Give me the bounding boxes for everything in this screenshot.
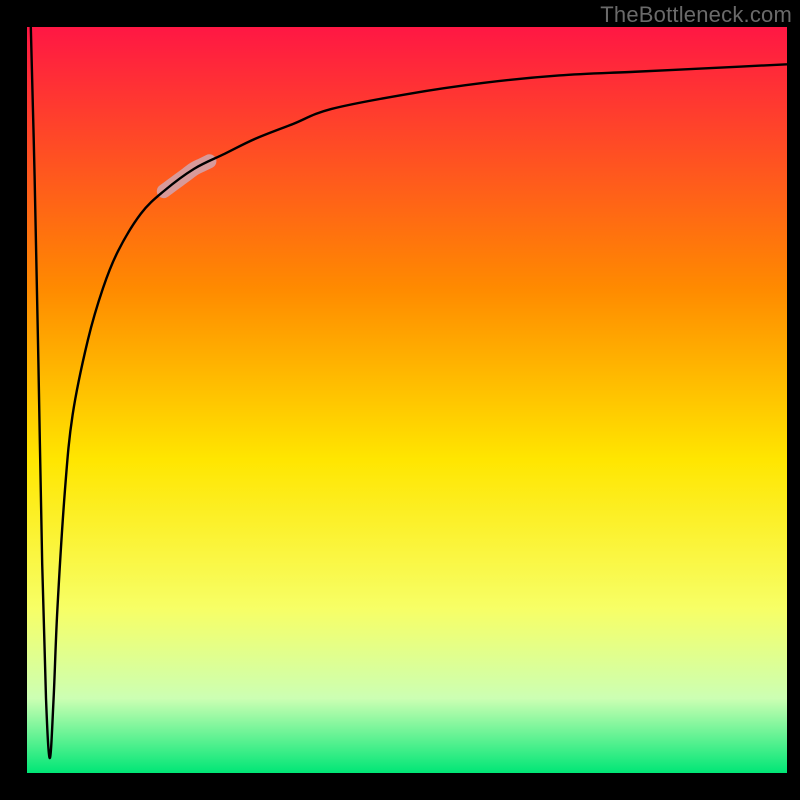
watermark-label: TheBottleneck.com	[600, 2, 792, 28]
chart-plot-area	[27, 27, 787, 773]
chart-container: TheBottleneck.com	[0, 0, 800, 800]
bottleneck-chart-svg	[0, 0, 800, 800]
